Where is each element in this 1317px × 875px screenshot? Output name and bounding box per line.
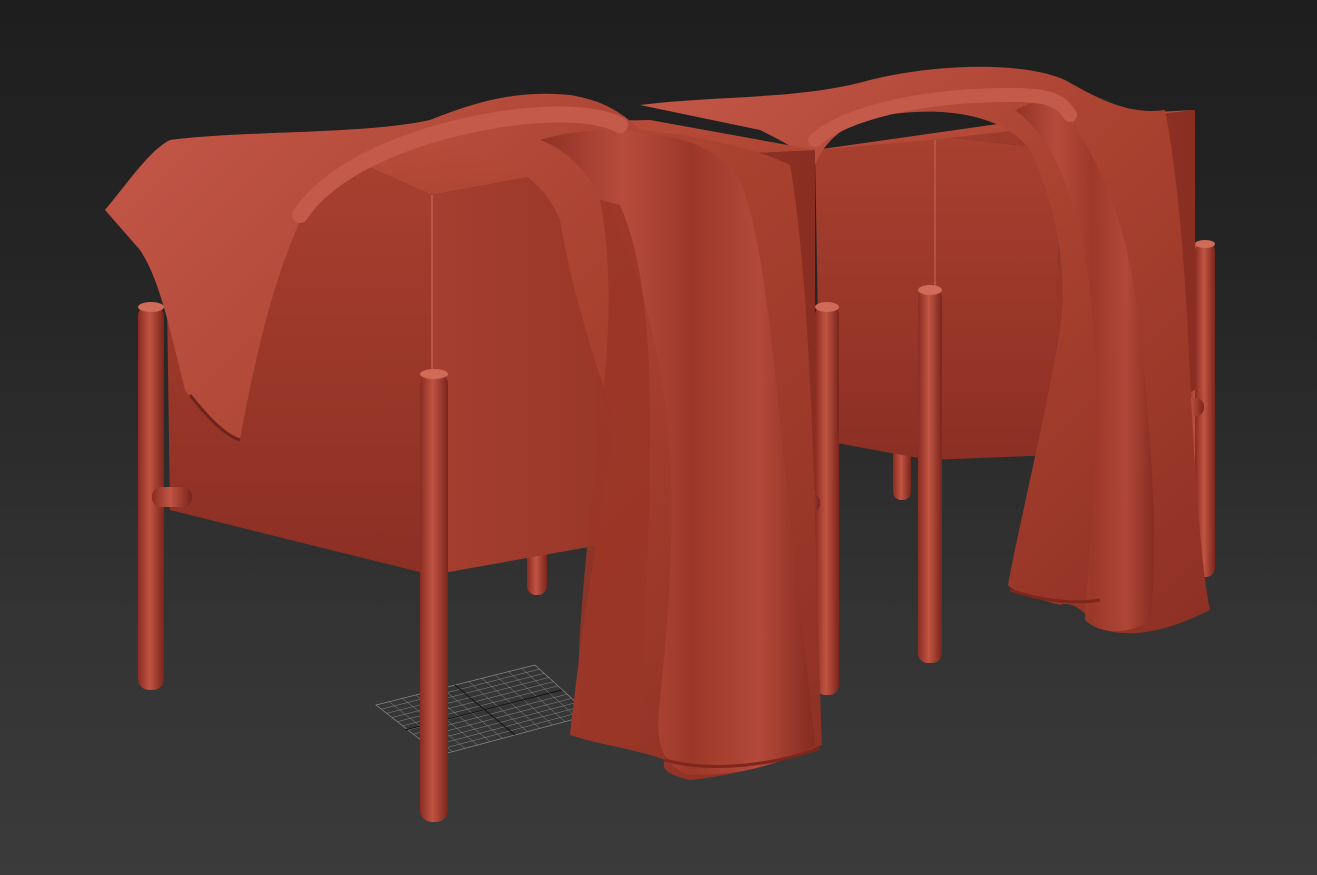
leg: [420, 372, 448, 822]
scene-render[interactable]: [0, 0, 1317, 875]
leg: [918, 288, 942, 663]
3d-viewport[interactable]: [0, 0, 1317, 875]
home-grid: [375, 664, 591, 756]
